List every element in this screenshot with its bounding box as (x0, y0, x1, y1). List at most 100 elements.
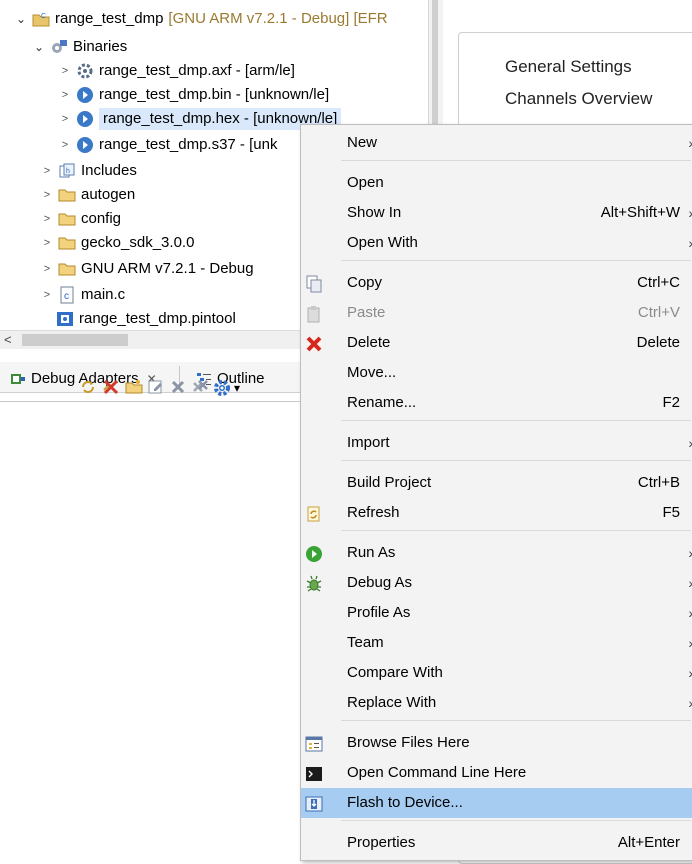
menu-item-build-project[interactable]: Build Project Ctrl+B (301, 468, 692, 498)
binary-label: range_test_dmp.axf - [arm/le] (99, 62, 295, 79)
tree-row-includes[interactable]: > h Includes (40, 160, 137, 182)
submenu-arrow-icon: › (688, 658, 692, 688)
chevron-right-icon[interactable]: > (58, 60, 72, 82)
menu-item-new[interactable]: New › (301, 128, 692, 158)
remove-all-icon[interactable] (190, 378, 210, 398)
tree-row-config[interactable]: > config (40, 208, 121, 230)
tree-row-main-c[interactable]: > c main.c (40, 284, 125, 306)
submenu-arrow-icon: › (688, 198, 692, 228)
menu-item-debug-as[interactable]: Debug As › (301, 568, 692, 598)
terminal-icon (305, 764, 323, 782)
project-name: range_test_dmp (55, 10, 164, 27)
copy-icon (305, 274, 323, 293)
tree-item-label: Includes (81, 162, 137, 179)
tree-row-binaries[interactable]: ⌄ Binaries (32, 36, 127, 58)
channels-overview-link[interactable]: Channels Overview (505, 89, 652, 109)
menu-item-rename[interactable]: Rename... F2 (301, 388, 692, 418)
tree-row-project[interactable]: ⌄ C range_test_dmp [GNU ARM v7.2.1 - Deb… (14, 8, 388, 30)
scrollbar-thumb[interactable] (22, 334, 128, 346)
delete-icon (305, 334, 323, 352)
menu-separator (341, 460, 691, 461)
tree-row-binary-hex[interactable]: > range_test_dmp.hex - [unknown/le] (58, 108, 342, 130)
menu-separator (341, 420, 691, 421)
chevron-down-icon[interactable]: ⌄ (14, 8, 28, 30)
chevron-right-icon[interactable]: > (40, 232, 54, 254)
menu-item-label: Profile As (347, 604, 411, 621)
submenu-arrow-icon: › (688, 628, 692, 658)
menu-item-label: Paste (347, 304, 386, 321)
flash-device-icon (305, 794, 323, 812)
tree-row-binary-axf[interactable]: > range_test_dmp.axf - [arm/le] (58, 60, 295, 82)
remove-icon[interactable] (168, 378, 188, 398)
menu-separator (341, 720, 691, 721)
menu-item-label: Rename... (347, 394, 417, 411)
chevron-right-icon[interactable]: > (40, 184, 54, 206)
edit-icon[interactable] (146, 378, 166, 398)
menu-separator (341, 260, 691, 261)
menu-item-shortcut: Ctrl+C (637, 274, 680, 291)
tree-row-binary-s37[interactable]: > range_test_dmp.s37 - [unk (58, 134, 277, 156)
menu-item-move[interactable]: Move... (301, 358, 692, 388)
chevron-right-icon[interactable]: > (58, 84, 72, 106)
menu-item-team[interactable]: Team › (301, 628, 692, 658)
scroll-left-icon[interactable]: < (4, 332, 12, 347)
menu-item-label: Replace With (347, 694, 437, 711)
menu-item-shortcut: Delete (636, 334, 680, 351)
menu-item-browse-files-here[interactable]: Browse Files Here (301, 728, 692, 758)
chevron-right-icon[interactable]: > (40, 284, 54, 306)
paste-icon (305, 304, 323, 323)
chevron-right-icon[interactable]: > (58, 134, 72, 156)
menu-item-show-in[interactable]: Show In Alt+Shift+W › (301, 198, 692, 228)
folder-icon (58, 260, 76, 278)
menu-item-replace-with[interactable]: Replace With › (301, 688, 692, 718)
menu-item-run-as[interactable]: Run As › (301, 538, 692, 568)
menu-item-open-command-line[interactable]: Open Command Line Here (301, 758, 692, 788)
menu-item-label: Open With (347, 234, 418, 251)
chevron-down-icon[interactable]: ⌄ (32, 36, 46, 58)
menu-item-label: Delete (347, 334, 391, 351)
dropdown-arrow-icon[interactable]: ▾ (232, 378, 242, 398)
chevron-right-icon[interactable]: > (40, 208, 54, 230)
menu-item-profile-as[interactable]: Profile As › (301, 598, 692, 628)
tree-row-gecko-sdk[interactable]: > gecko_sdk_3.0.0 (40, 232, 195, 254)
binary-file-icon (76, 110, 94, 128)
project-decoration: [GNU ARM v7.2.1 - Debug] [EFR (168, 10, 388, 27)
menu-item-label: Import (347, 434, 390, 451)
gear-binary-icon (76, 62, 94, 80)
tree-row-binary-bin[interactable]: > range_test_dmp.bin - [unknown/le] (58, 84, 329, 106)
menu-item-label: Build Project (347, 474, 432, 491)
menu-separator (341, 160, 691, 161)
menu-item-delete[interactable]: Delete Delete (301, 328, 692, 358)
pintool-icon (56, 310, 74, 328)
disconnect-icon[interactable] (101, 378, 121, 398)
tree-item-label: range_test_dmp.pintool (79, 310, 236, 327)
menu-item-flash-to-device[interactable]: Flash to Device... (301, 788, 692, 818)
menu-item-copy[interactable]: Copy Ctrl+C (301, 268, 692, 298)
menu-item-paste[interactable]: Paste Ctrl+V (301, 298, 692, 328)
chevron-right-icon[interactable]: > (58, 108, 72, 130)
menu-item-label: Move... (347, 364, 397, 381)
svg-text:C: C (41, 13, 46, 20)
tree-row-build-config[interactable]: > GNU ARM v7.2.1 - Debug (40, 258, 254, 280)
menu-item-open-with[interactable]: Open With › (301, 228, 692, 258)
submenu-arrow-icon: › (688, 688, 692, 718)
chevron-right-icon[interactable]: > (40, 160, 54, 182)
menu-item-refresh[interactable]: Refresh F5 (301, 498, 692, 528)
tree-item-label: main.c (81, 286, 126, 303)
menu-item-label: Browse Files Here (347, 734, 470, 751)
includes-icon: h (58, 162, 76, 180)
general-settings-link[interactable]: General Settings (505, 57, 632, 77)
menu-item-label: Open Command Line Here (347, 764, 527, 781)
menu-item-import[interactable]: Import › (301, 428, 692, 458)
open-folder-icon[interactable] (124, 378, 144, 398)
browse-files-icon (305, 734, 323, 752)
tree-item-label: GNU ARM v7.2.1 - Debug (81, 260, 254, 277)
menu-item-compare-with[interactable]: Compare With › (301, 658, 692, 688)
gear-icon[interactable] (212, 378, 232, 398)
chevron-right-icon[interactable]: > (40, 258, 54, 280)
tree-row-autogen[interactable]: > autogen (40, 184, 135, 206)
tree-row-pintool[interactable]: range_test_dmp.pintool (56, 308, 236, 330)
menu-separator (341, 820, 691, 821)
refresh-adapters-icon[interactable] (78, 378, 98, 398)
menu-item-open[interactable]: Open (301, 168, 692, 198)
